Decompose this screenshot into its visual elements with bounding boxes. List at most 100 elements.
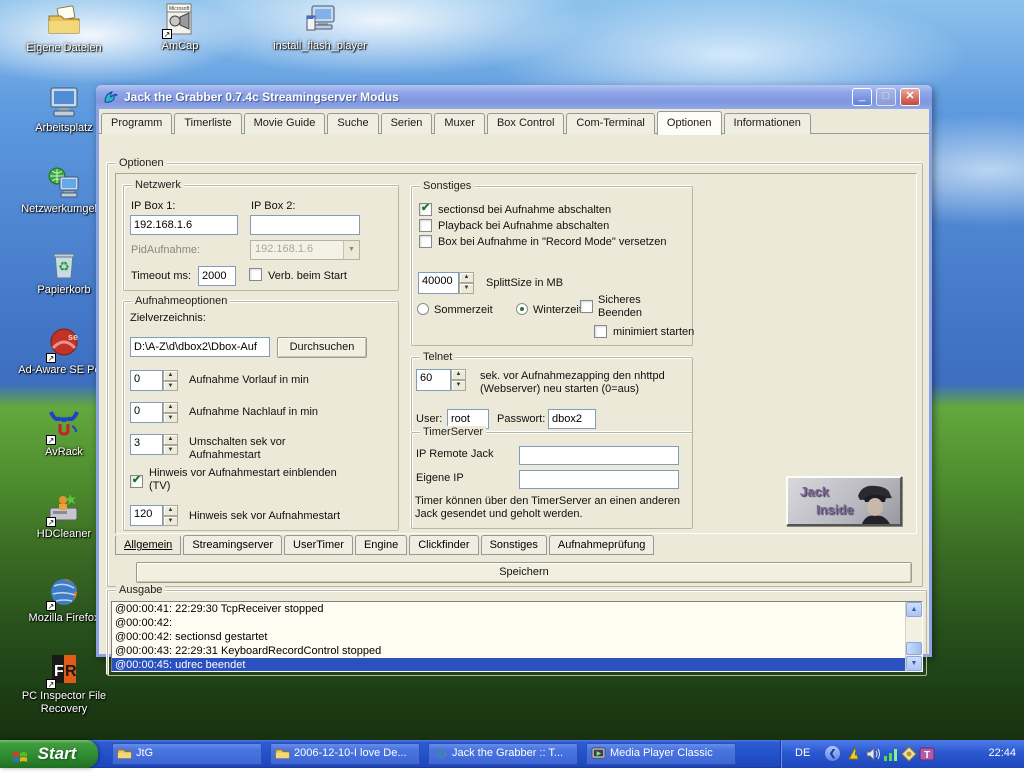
zielverzeichnis-input[interactable] [130,337,270,357]
network-places-icon [46,165,82,201]
desktop-icon-eigene-dateien[interactable]: Eigene Dateien [9,4,119,55]
tab-com-terminal[interactable]: Com-Terminal [566,113,654,134]
svg-text:R: R [65,663,77,680]
tray-cd-icon[interactable] [901,746,917,762]
log-line[interactable]: @00:00:42: sectionsd gestartet [112,630,922,644]
spin-up-icon[interactable]: ▲ [163,505,178,516]
close-button[interactable]: ✕ [900,88,920,106]
telnet-sek-spinner[interactable]: 60 ▲▼ [416,369,466,391]
tab-programm[interactable]: Programm [101,113,172,134]
spin-up-icon[interactable]: ▲ [163,434,178,445]
spin-up-icon[interactable]: ▲ [163,402,178,413]
ip-remote-jack-input[interactable] [519,446,679,465]
vorlauf-value[interactable]: 0 [130,370,163,391]
tab-movie-guide[interactable]: Movie Guide [244,113,326,134]
ip-box1-input[interactable] [130,215,238,235]
folder-icon [275,746,290,761]
log-line[interactable]: @00:00:42: [112,616,922,630]
taskbar-clock[interactable]: 22:44 [988,747,1016,759]
combo-dropdown-arrow-icon[interactable]: ▼ [343,241,359,259]
passwort-input[interactable] [548,409,596,429]
tray-textservice-icon[interactable]: T [919,746,935,762]
taskbar-task-jtg[interactable]: JtG [112,743,262,765]
scroll-down-icon[interactable]: ▼ [906,656,922,671]
subtab-streamingserver[interactable]: Streamingserver [183,535,282,555]
tab-muxer[interactable]: Muxer [434,113,485,134]
spin-up-icon[interactable]: ▲ [163,370,178,381]
pidaufnahme-combo[interactable]: 192.168.1.6 ▼ [250,240,360,260]
subtab-aufnahmepruefung[interactable]: Aufnahmeprüfung [549,535,654,555]
hinweis-sek-value[interactable]: 120 [130,505,163,526]
tray-network-signal-icon[interactable] [883,746,899,762]
spin-down-icon[interactable]: ▼ [459,283,474,294]
taskbar-task-folder-2006[interactable]: 2006-12-10-I love De... [270,743,420,765]
nachlauf-spinner[interactable]: 0 ▲▼ [130,402,178,423]
pidaufnahme-label: PidAufnahme: [131,244,200,256]
maximize-button[interactable]: □ [876,88,896,106]
tray-antivirus-icon[interactable] [847,746,863,762]
splittsize-value[interactable]: 40000 [418,272,459,294]
eigene-ip-input[interactable] [519,470,679,489]
hinweis-einblenden-checkbox[interactable] [130,475,143,488]
subtab-sonstiges[interactable]: Sonstiges [481,535,547,555]
hinweis-sek-spinner[interactable]: 120 ▲▼ [130,505,178,526]
desktop-icon-install-flash-player[interactable]: install_flash_player [265,2,375,53]
umschalten-value[interactable]: 3 [130,434,163,455]
nachlauf-value[interactable]: 0 [130,402,163,423]
splittsize-spinner[interactable]: 40000 ▲▼ [418,272,474,294]
window-titlebar[interactable]: Jack the Grabber 0.7.4c Streamingserver … [96,85,932,109]
sectionsd-checkbox[interactable] [419,203,432,216]
aufnahmeoptionen-group-label: Aufnahmeoptionen [132,295,230,307]
ip-box2-input[interactable] [250,215,360,235]
subtab-engine[interactable]: Engine [355,535,407,555]
tray-volume-icon[interactable] [865,746,881,762]
verb-beim-start-checkbox[interactable] [249,268,262,281]
taskbar-task-firefox[interactable]: Jack the Grabber :: T... [428,743,578,765]
scroll-thumb[interactable] [906,642,922,655]
tab-optionen[interactable]: Optionen [657,111,722,135]
spin-down-icon[interactable]: ▼ [163,516,178,527]
spin-up-icon[interactable]: ▲ [459,272,474,283]
playback-checkbox[interactable] [419,219,432,232]
sicheres-beenden-checkbox[interactable] [580,300,593,313]
spin-up-icon[interactable]: ▲ [451,369,466,380]
subtab-usertimer[interactable]: UserTimer [284,535,353,555]
log-line[interactable]: @00:00:41: 22:29:30 TcpReceiver stopped [112,602,922,616]
subtab-clickfinder[interactable]: Clickfinder [409,535,478,555]
desktop-icon-pc-inspector[interactable]: FR ↗ PC Inspector File Recovery [9,652,119,716]
spin-down-icon[interactable]: ▼ [163,413,178,424]
start-button[interactable]: Start [0,740,98,768]
log-line-selected[interactable]: @00:00:45: udrec beendet [112,658,922,672]
scroll-up-icon[interactable]: ▲ [906,602,922,617]
desktop-icon-amcap[interactable]: Microsoft ↗ AmCap [125,2,235,53]
telnet-sek-value[interactable]: 60 [416,369,451,391]
recordmode-label: Box bei Aufnahme in "Record Mode" verset… [438,236,667,248]
taskbar-task-media-player[interactable]: Media Player Classic [586,743,736,765]
subtab-allgemein[interactable]: Allgemein [115,535,181,555]
tab-suche[interactable]: Suche [327,113,378,134]
timeout-input[interactable] [198,266,236,286]
desktop-icon-label: install_flash_player [265,40,375,53]
vorlauf-spinner[interactable]: 0 ▲▼ [130,370,178,391]
log-scrollbar[interactable]: ▲ ▼ [905,602,922,671]
tray-collapse-chevron-icon[interactable]: ❮ [825,746,840,761]
ausgabe-log-list[interactable]: @00:00:41: 22:29:30 TcpReceiver stopped … [111,601,923,672]
spin-down-icon[interactable]: ▼ [163,445,178,456]
tab-serien[interactable]: Serien [381,113,433,134]
minimiert-starten-checkbox[interactable] [594,325,607,338]
durchsuchen-button[interactable]: Durchsuchen [277,337,367,358]
winterzeit-radio[interactable] [516,303,528,315]
spin-down-icon[interactable]: ▼ [451,380,466,391]
tab-informationen[interactable]: Informationen [724,113,811,134]
main-tabstrip: ProgrammTimerlisteMovie GuideSucheSerien… [99,110,929,134]
log-line[interactable]: @00:00:43: 22:29:31 KeyboardRecordContro… [112,644,922,658]
spin-down-icon[interactable]: ▼ [163,381,178,392]
language-indicator[interactable]: DE [795,747,810,759]
sommerzeit-radio[interactable] [417,303,429,315]
recordmode-checkbox[interactable] [419,235,432,248]
tab-timerliste[interactable]: Timerliste [174,113,241,134]
minimize-button[interactable]: _ [852,88,872,106]
speichern-button[interactable]: Speichern [136,562,912,583]
tab-box-control[interactable]: Box Control [487,113,564,134]
umschalten-spinner[interactable]: 3 ▲▼ [130,434,178,455]
